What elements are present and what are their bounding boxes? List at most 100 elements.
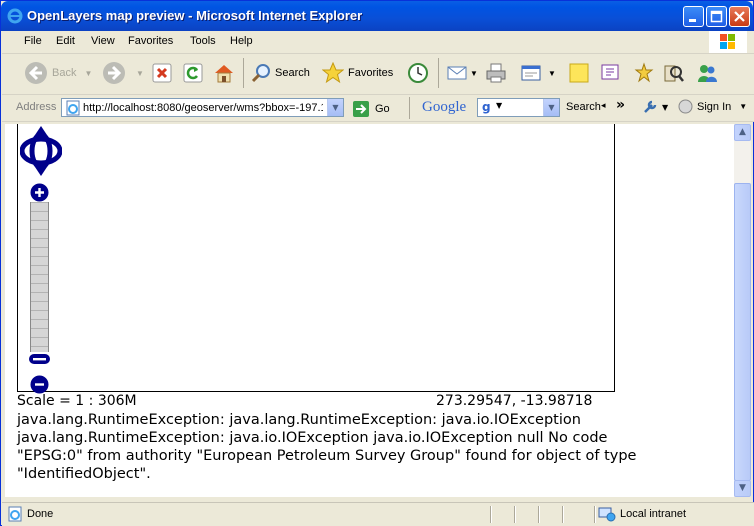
home-button[interactable]: [213, 58, 235, 88]
status-separator: [562, 506, 563, 523]
google-search-button[interactable]: Search: [566, 101, 601, 113]
error-line: "IdentifiedObject".: [17, 466, 151, 482]
error-line: java.lang.RuntimeException: java.io.IOEx…: [17, 430, 608, 446]
refresh-icon: [183, 63, 203, 83]
menu-view[interactable]: View: [91, 35, 115, 47]
google-dropdown-button[interactable]: ▼: [543, 99, 559, 116]
maximize-button[interactable]: [706, 6, 727, 27]
scroll-thumb[interactable]: [734, 183, 751, 481]
chevron-down-icon: ▼: [136, 68, 144, 78]
sign-in-button[interactable]: Sign In ▼: [678, 99, 747, 114]
go-arrow-icon: [353, 101, 369, 117]
back-button[interactable]: Back ▼: [24, 58, 92, 88]
mail-button[interactable]: ▼: [446, 58, 478, 88]
address-field[interactable]: http://localhost:8080/geoserver/wms?bbox…: [61, 98, 344, 117]
address-url: http://localhost:8080/geoserver/wms?bbox…: [83, 102, 323, 114]
security-zone[interactable]: Local intranet: [598, 506, 686, 522]
back-arrow-icon: [25, 62, 47, 84]
scale-text: Scale = 1 : 306M: [17, 393, 137, 409]
reference-button[interactable]: [662, 58, 684, 88]
forward-arrow-icon: [103, 62, 125, 84]
pan-down-icon[interactable]: [33, 164, 49, 176]
contacts-button[interactable]: [696, 58, 718, 88]
toolbar-separator: [438, 58, 439, 88]
status-text: Done: [27, 508, 54, 520]
google-search-input[interactable]: g ▼ ▼: [477, 98, 560, 117]
error-line: "EPSG:0" from authority "European Petrol…: [17, 448, 637, 464]
search-label: Search: [275, 67, 310, 79]
search-icon: [251, 64, 270, 83]
mouse-coordinates: 273.29547, -13.98718: [436, 393, 593, 409]
research-button[interactable]: [633, 58, 655, 88]
print-button[interactable]: [485, 58, 507, 88]
go-label: Go: [375, 103, 390, 115]
google-logo: Google: [422, 99, 467, 115]
printer-icon: [486, 63, 506, 83]
standard-toolbar: Back ▼ ▼ Search Favorites ▼ ▼: [2, 54, 754, 95]
edit-button[interactable]: ▼: [520, 58, 556, 88]
zoom-in-button[interactable]: [30, 183, 49, 202]
menu-help[interactable]: Help: [230, 35, 253, 47]
zoom-bar[interactable]: [30, 202, 49, 352]
scroll-down-button[interactable]: ▼: [734, 480, 751, 497]
edit-page-icon: [521, 65, 541, 81]
close-icon: [734, 11, 745, 22]
chevron-down-icon: ▼: [739, 483, 746, 493]
address-dropdown-button[interactable]: ▼: [327, 99, 343, 116]
chevron-down-icon: ▼: [332, 103, 339, 112]
window-title: OpenLayers map preview - Microsoft Inter…: [27, 8, 363, 23]
pan-control[interactable]: [20, 124, 62, 176]
chevron-down-icon: ▼: [548, 68, 556, 78]
user-circle-icon: [678, 99, 693, 114]
chevron-down-icon: ▼: [84, 68, 93, 78]
menu-tools[interactable]: Tools: [190, 35, 216, 47]
zoom-out-button[interactable]: [30, 375, 49, 394]
mail-icon: [447, 66, 467, 80]
title-bar[interactable]: OpenLayers map preview - Microsoft Inter…: [1, 1, 753, 31]
status-separator: [594, 506, 595, 523]
chevron-down-icon: ▼: [470, 68, 478, 78]
map-viewport[interactable]: [17, 124, 615, 392]
people-icon: [698, 65, 717, 82]
wrench-icon: [644, 100, 657, 113]
pan-ring-icon: [20, 136, 62, 166]
notes-button[interactable]: [568, 58, 590, 88]
page-done-icon: [8, 506, 22, 522]
menu-edit[interactable]: Edit: [56, 35, 75, 47]
favorites-label: Favorites: [348, 67, 394, 79]
zoom-slider-handle[interactable]: [29, 354, 50, 364]
ie-icon: [7, 8, 23, 24]
chevron-down-icon: ▼: [739, 102, 748, 111]
back-label: Back: [52, 67, 77, 79]
forward-button[interactable]: ▼: [102, 58, 144, 88]
scroll-up-button[interactable]: ▲: [734, 124, 751, 141]
magnifier-book-icon: [664, 65, 684, 82]
stop-button[interactable]: [151, 58, 173, 88]
favorites-button[interactable]: Favorites: [322, 58, 393, 88]
toolbar-separator: [409, 97, 410, 119]
history-icon: [408, 63, 428, 83]
chevron-down-icon: ▼: [548, 103, 555, 112]
toolbar-overflow-button[interactable]: »: [616, 97, 625, 113]
settings-button[interactable]: ▼: [642, 99, 668, 115]
discuss-icon: [601, 64, 619, 80]
messenger-button[interactable]: [600, 58, 622, 88]
maximize-icon: [710, 10, 723, 23]
menu-file[interactable]: File: [24, 35, 42, 47]
vertical-scrollbar[interactable]: ▲ ▼: [734, 124, 751, 497]
go-button[interactable]: Go: [352, 100, 390, 118]
minimize-button[interactable]: [683, 6, 704, 27]
windows-logo: [709, 31, 747, 53]
menu-favorites[interactable]: Favorites: [128, 35, 173, 47]
sticky-note-icon: [569, 63, 589, 83]
search-button[interactable]: Search: [250, 58, 310, 88]
home-icon: [215, 65, 233, 83]
status-bar: Done Local intranet: [2, 502, 754, 526]
status-separator: [538, 506, 539, 523]
history-button[interactable]: [407, 58, 429, 88]
status-separator: [514, 506, 515, 523]
star-icon: [322, 62, 344, 84]
close-button[interactable]: [729, 6, 750, 27]
toolbar-separator: [243, 58, 244, 88]
refresh-button[interactable]: [182, 58, 204, 88]
